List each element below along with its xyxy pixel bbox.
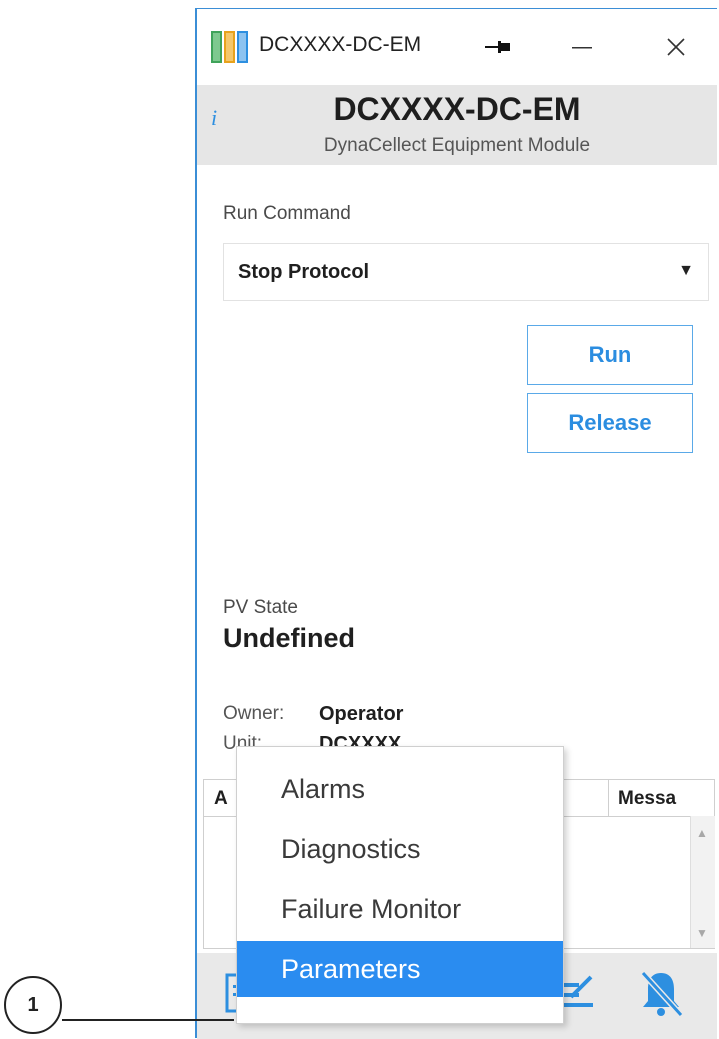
run-command-dropdown[interactable]: Stop Protocol ▼ bbox=[223, 243, 709, 301]
app-icon bbox=[211, 31, 248, 63]
owner-label: Owner: bbox=[223, 703, 285, 724]
run-command-label: Run Command bbox=[223, 203, 351, 224]
close-button[interactable] bbox=[651, 23, 701, 71]
close-icon bbox=[667, 38, 685, 56]
menu-item-parameters[interactable]: Parameters bbox=[237, 941, 563, 997]
menu-item-diagnostics[interactable]: Diagnostics bbox=[237, 819, 563, 879]
module-title: DCXXXX-DC-EM bbox=[333, 91, 581, 127]
window-title: DCXXXX-DC-EM bbox=[259, 33, 422, 56]
pv-state-value: Undefined bbox=[223, 623, 355, 653]
pin-icon bbox=[485, 41, 510, 53]
column-header-message[interactable]: Messa bbox=[618, 788, 708, 810]
title-bar[interactable]: DCXXXX-DC-EM bbox=[197, 9, 717, 85]
pin-button[interactable] bbox=[473, 23, 523, 71]
pv-state-label: PV State bbox=[223, 597, 298, 618]
module-subtitle: DynaCellect Equipment Module bbox=[323, 135, 591, 156]
column-header-a[interactable]: A bbox=[214, 788, 228, 810]
dropdown-caret-icon: ▼ bbox=[678, 262, 694, 279]
column-divider[interactable] bbox=[608, 780, 609, 816]
menu-item-alarms[interactable]: Alarms bbox=[237, 759, 563, 819]
owner-value: Operator bbox=[319, 703, 404, 725]
scroll-down-icon[interactable]: ▼ bbox=[696, 926, 708, 940]
minimize-button[interactable] bbox=[557, 23, 607, 71]
run-command-value: Stop Protocol bbox=[238, 261, 370, 283]
callout-number: 1 bbox=[4, 976, 62, 1034]
release-button[interactable]: Release bbox=[527, 393, 693, 453]
run-button[interactable]: Run bbox=[527, 325, 693, 385]
table-scrollbar[interactable]: ▲ ▼ bbox=[690, 816, 715, 948]
options-popup-menu: Alarms Diagnostics Failure Monitor Param… bbox=[236, 746, 564, 1024]
bell-muted-icon[interactable] bbox=[635, 967, 687, 1019]
menu-item-failure-monitor[interactable]: Failure Monitor bbox=[237, 879, 563, 939]
minimize-icon bbox=[572, 47, 592, 49]
callout-leader-line bbox=[62, 1019, 234, 1021]
scroll-up-icon[interactable]: ▲ bbox=[696, 826, 708, 840]
module-header: i DCXXXX-DC-EM DynaCellect Equipment Mod… bbox=[197, 85, 717, 165]
